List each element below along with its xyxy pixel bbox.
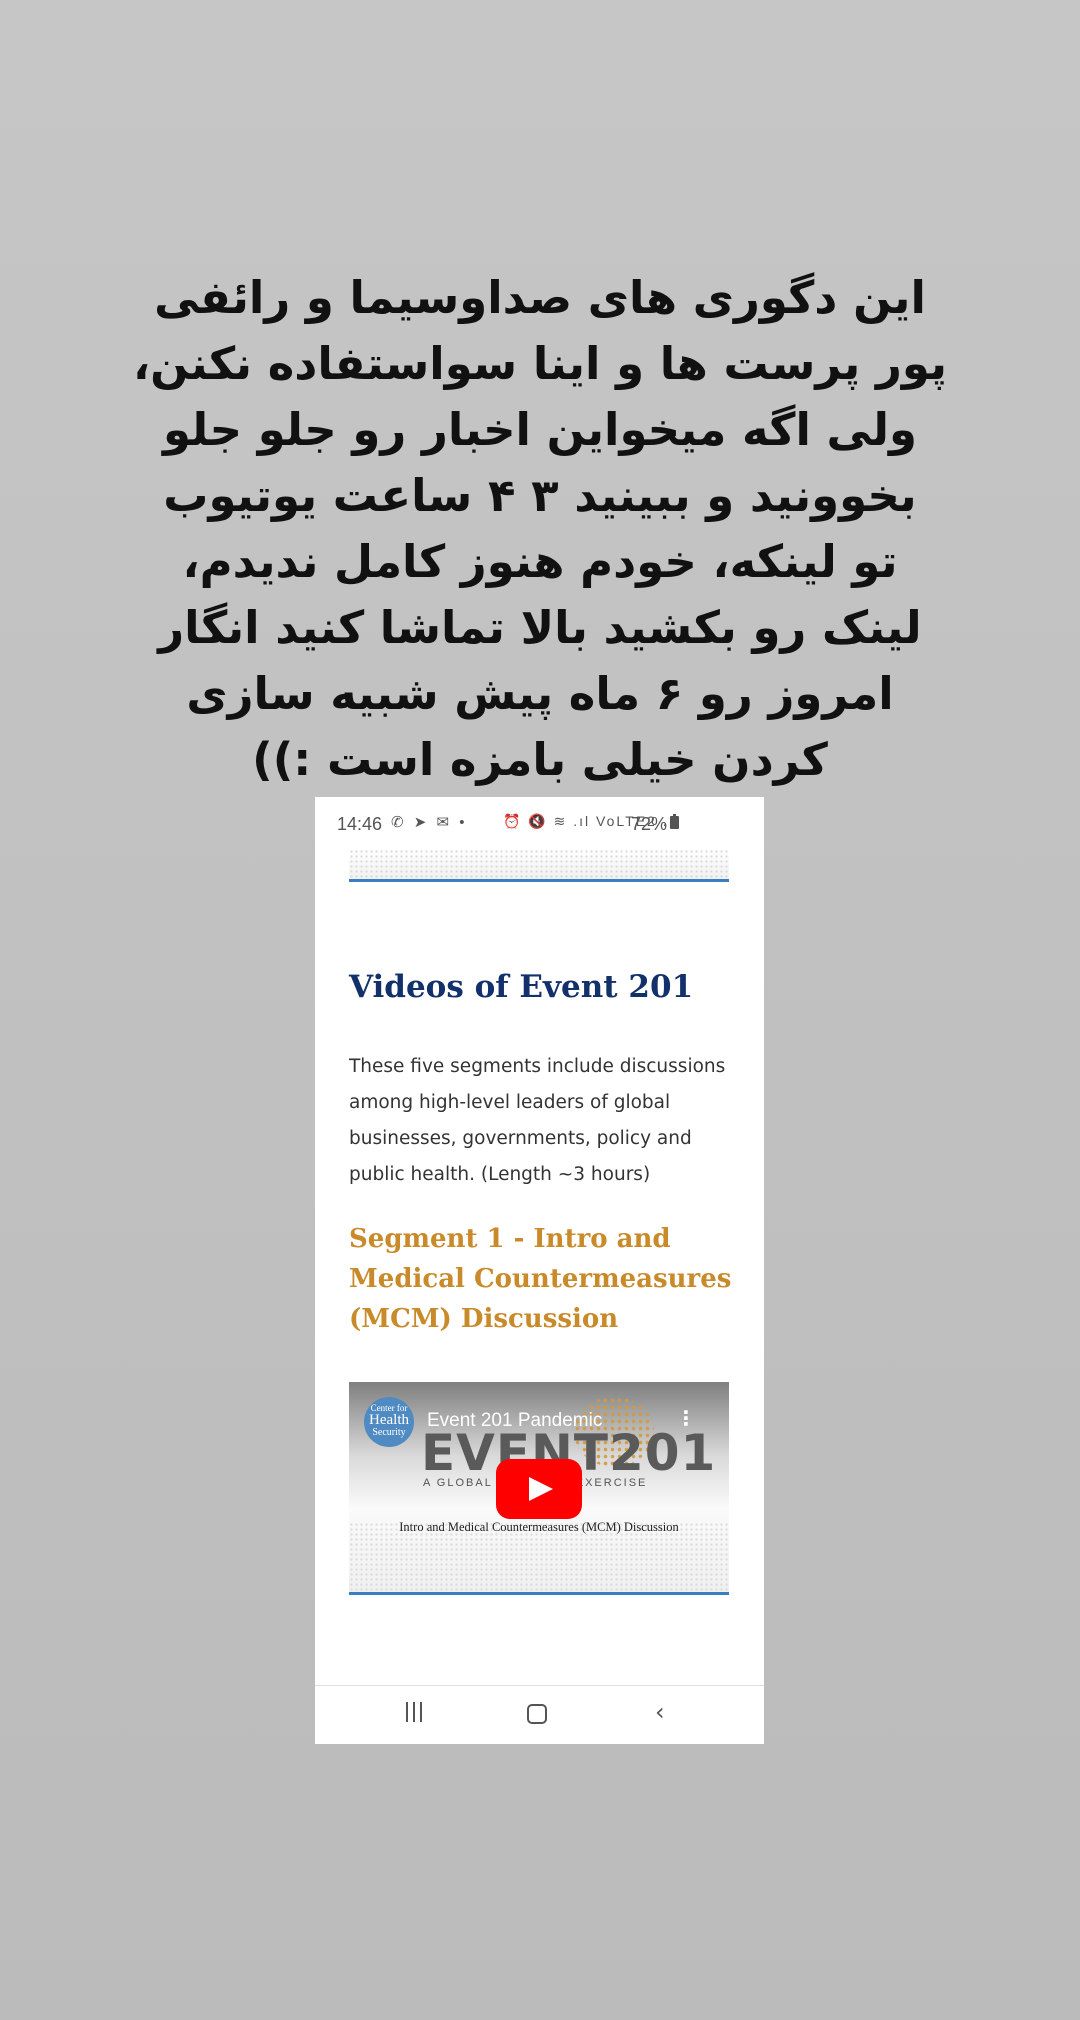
home-icon[interactable]: [527, 1704, 547, 1724]
channel-avatar-text: Center for: [370, 1403, 408, 1413]
page-title: Videos of Event 201: [349, 969, 694, 1005]
header-banner-pattern: [349, 849, 729, 879]
segment-heading-line: Segment 1 - Intro and: [349, 1224, 671, 1254]
notification-icons: ✆ ➤ ✉ •: [391, 814, 468, 831]
battery-percent: 72%: [631, 814, 668, 834]
status-time: 14:46: [337, 814, 383, 834]
caption-line: پور پرست ها و اینا سواستفاده نکنن،: [133, 337, 947, 390]
intro-line: public health. (Length ~3 hours): [349, 1164, 651, 1185]
intro-paragraph: These five segments include discussions …: [349, 1049, 739, 1193]
divider: [349, 879, 729, 882]
intro-line: businesses, governments, policy and: [349, 1128, 692, 1149]
play-button-icon[interactable]: [496, 1459, 582, 1519]
channel-avatar-text: Security: [372, 1427, 406, 1438]
divider: [349, 1592, 729, 1595]
caption-line: کردن خیلی بامزه است :)): [252, 733, 828, 786]
back-icon[interactable]: ‹: [655, 1700, 675, 1724]
youtube-video-embed[interactable]: EVENT201 A GLOBAL PANDEMIC EXERCISE Intr…: [349, 1382, 729, 1592]
segment-heading-line: Medical Countermeasures: [349, 1264, 732, 1294]
caption-line: ولی اگه میخواین اخبار رو جلو جلو: [163, 403, 917, 456]
intro-line: These five segments include discussions: [349, 1056, 726, 1077]
caption-line: تو لینکه، خودم هنوز کامل ندیدم،: [182, 535, 898, 588]
status-bar: 14:46 ✆ ➤ ✉ • ⏰ 🔇 ≋ .ıl VoLTE2 .ıl 72%: [315, 797, 764, 847]
recent-apps-icon[interactable]: [404, 1702, 424, 1722]
channel-avatar-text: Health: [369, 1412, 409, 1428]
video-title[interactable]: Event 201 Pandemic: [427, 1410, 602, 1432]
segment-heading: Segment 1 - Intro and Medical Countermea…: [349, 1219, 744, 1339]
caption-line: بخوونید و ببینید ۳ ۴ ساعت یوتیوب: [163, 469, 917, 522]
phone-screenshot: 14:46 ✆ ➤ ✉ • ⏰ 🔇 ≋ .ıl VoLTE2 .ıl 72% V…: [315, 797, 764, 1744]
caption-line: امروز رو ۶ ماه پیش شبیه سازی: [186, 667, 894, 720]
caption-line: لینک رو بکشید بالا تماشا کنید انگار: [158, 601, 922, 654]
more-options-icon[interactable]: ⋮: [676, 1406, 696, 1430]
intro-line: among high-level leaders of global: [349, 1092, 671, 1113]
segment-heading-line: (MCM) Discussion: [349, 1304, 619, 1334]
android-nav-bar: ‹: [315, 1685, 764, 1744]
video-slide-subtitle: Intro and Medical Countermeasures (MCM) …: [399, 1520, 679, 1534]
battery-icon: [670, 814, 679, 829]
caption-text: این دگوری های صداوسیما و رائفی پور پرست …: [130, 265, 950, 793]
channel-avatar[interactable]: Center for Health Security: [364, 1397, 414, 1447]
caption-line: این دگوری های صداوسیما و رائفی: [154, 271, 926, 324]
